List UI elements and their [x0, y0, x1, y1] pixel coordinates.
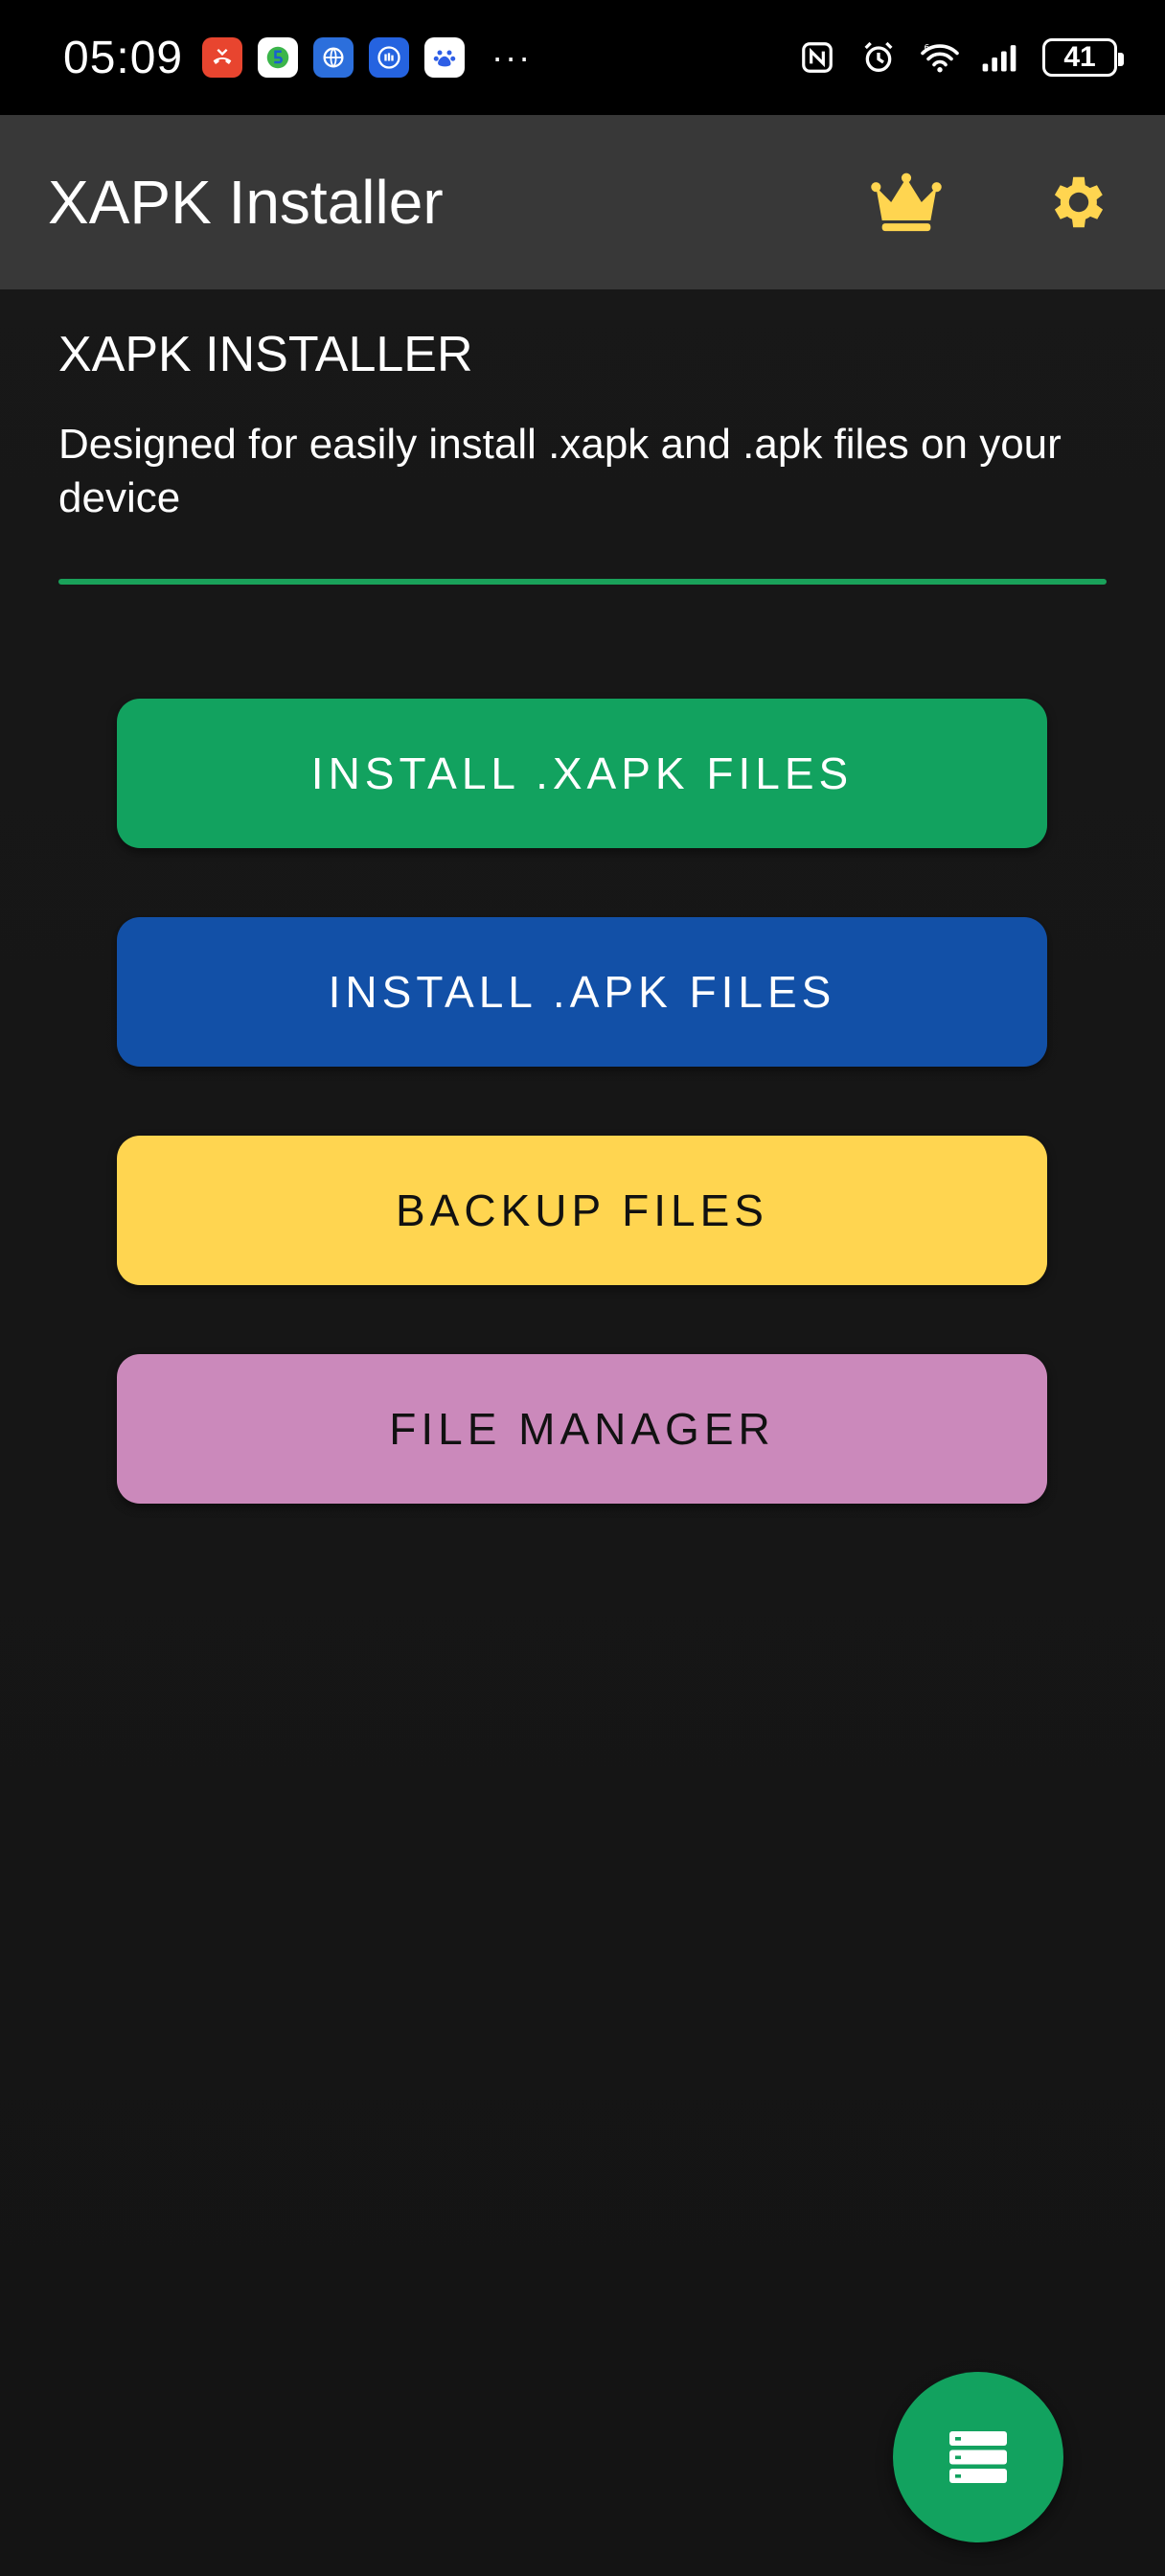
- missed-call-icon: [202, 37, 243, 78]
- crown-icon: [871, 172, 942, 232]
- install-apk-button[interactable]: INSTALL .APK FILES: [117, 917, 1047, 1067]
- hand-app-icon: [369, 37, 410, 78]
- storage-list-icon: [949, 2431, 1007, 2483]
- status-time: 05:09: [63, 32, 184, 83]
- premium-button[interactable]: [868, 164, 945, 241]
- gear-icon: [1054, 176, 1104, 228]
- settings-button[interactable]: [1040, 164, 1117, 241]
- file-manager-button[interactable]: FILE MANAGER: [117, 1354, 1047, 1504]
- more-notifications-icon: ···: [491, 37, 533, 77]
- app-5-icon: [258, 37, 299, 78]
- status-bar: 05:09 ··· 6 41: [0, 0, 1165, 115]
- system-icons: 6 41: [797, 37, 1124, 78]
- screen: 05:09 ··· 6 41 XAPK Installer XAPK INSTA…: [0, 0, 1165, 2576]
- globe-app-icon: [313, 37, 354, 78]
- backup-files-button[interactable]: BACKUP FILES: [117, 1136, 1047, 1285]
- description-text: Designed for easily install .xapk and .a…: [58, 421, 1062, 521]
- battery-indicator: 41: [1042, 38, 1124, 77]
- app-title: XAPK Installer: [48, 168, 444, 237]
- notification-icons: ···: [202, 37, 532, 78]
- wifi-icon: 6: [920, 37, 960, 78]
- alarm-icon: [858, 37, 899, 78]
- nfc-icon: [797, 37, 837, 78]
- section-title: XAPK INSTALLER: [58, 327, 473, 382]
- signal-icon: [981, 37, 1021, 78]
- app-bar: XAPK Installer: [0, 115, 1165, 289]
- divider: [58, 579, 1107, 585]
- svg-text:6: 6: [925, 44, 930, 54]
- install-xapk-button[interactable]: INSTALL .XAPK FILES: [117, 699, 1047, 848]
- app-bar-actions: [868, 164, 1117, 241]
- storage-fab-button[interactable]: [893, 2372, 1063, 2542]
- baidu-paw-icon: [424, 37, 466, 78]
